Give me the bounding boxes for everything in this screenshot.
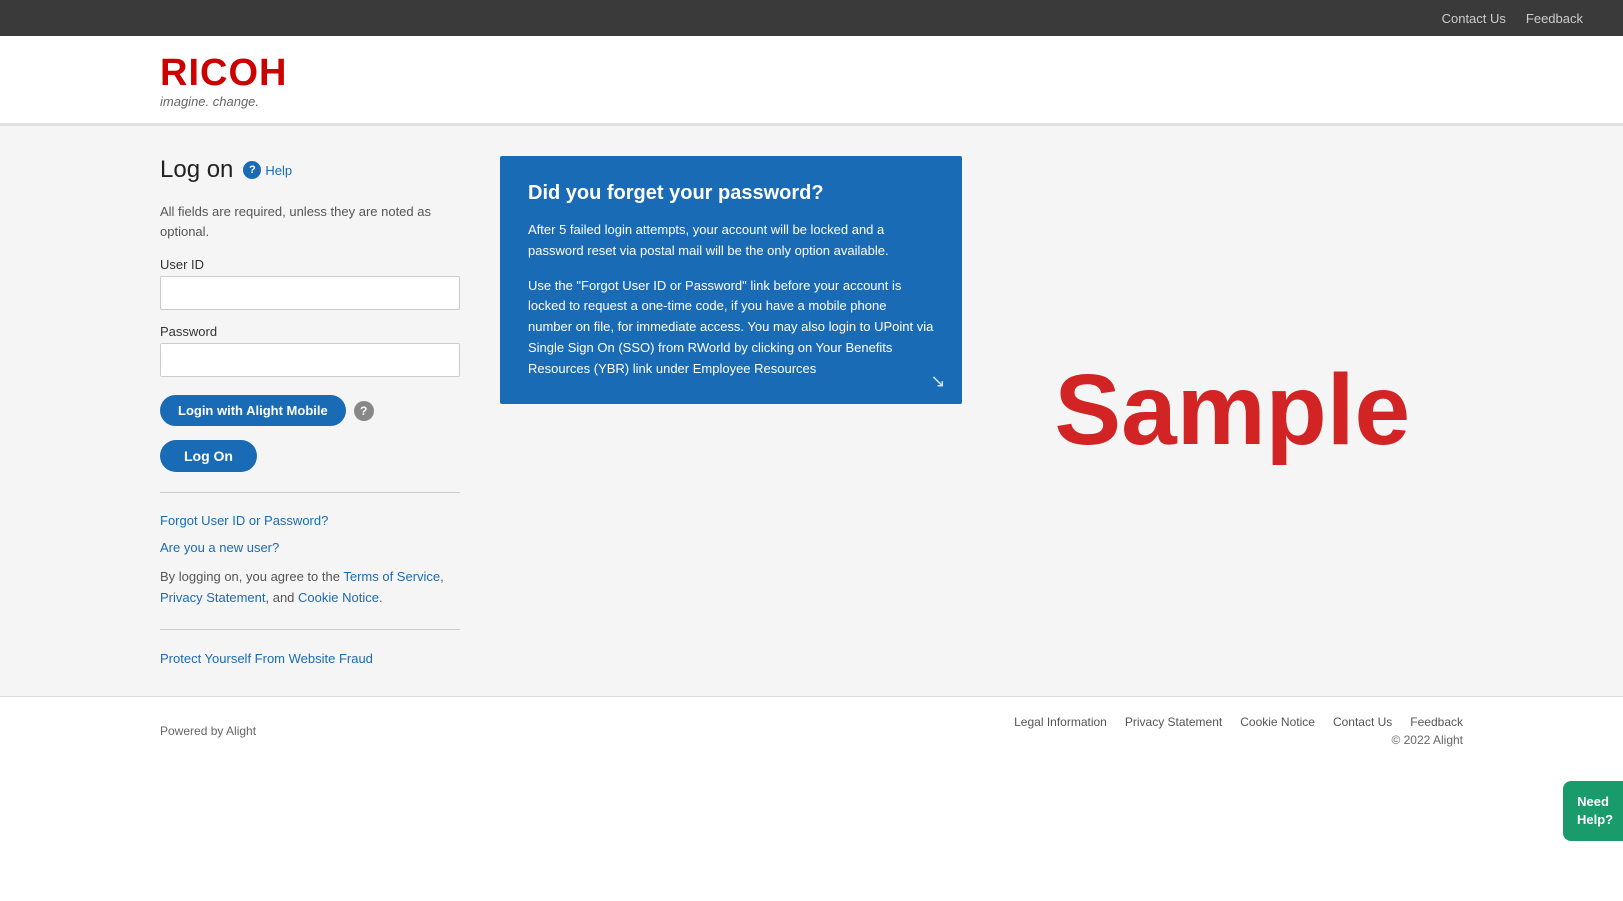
divider-1 xyxy=(160,492,460,493)
logon-title-row: Log on ? Help xyxy=(160,156,460,184)
logon-button[interactable]: Log On xyxy=(160,440,257,472)
privacy-statement-link[interactable]: Privacy Statement xyxy=(160,590,266,605)
terms-text-2: , xyxy=(440,569,444,584)
topbar-feedback[interactable]: Feedback xyxy=(1526,11,1583,26)
ricoh-logo: RICOH xyxy=(160,54,1583,92)
password-input[interactable] xyxy=(160,343,460,377)
info-box: Did you forget your password? After 5 fa… xyxy=(500,156,962,404)
help-link[interactable]: ? Help xyxy=(243,161,292,179)
footer-legal-info[interactable]: Legal Information xyxy=(1014,715,1107,729)
fields-note: All fields are required, unless they are… xyxy=(160,202,460,241)
footer-links: Legal Information Privacy Statement Cook… xyxy=(1014,715,1463,729)
sample-area: Sample xyxy=(1002,156,1464,666)
help-label: Help xyxy=(265,163,292,178)
need-help-button[interactable]: Need Help? xyxy=(1563,781,1623,841)
footer-feedback[interactable]: Feedback xyxy=(1410,715,1463,729)
terms-text-4: . xyxy=(379,590,383,605)
terms-text: By logging on, you agree to the Terms of… xyxy=(160,567,460,609)
terms-text-1: By logging on, you agree to the xyxy=(160,569,343,584)
logo-tagline: imagine. change. xyxy=(160,94,1583,109)
logon-title: Log on xyxy=(160,156,233,184)
user-id-label: User ID xyxy=(160,257,460,272)
alight-mobile-button[interactable]: Login with Alight Mobile xyxy=(160,395,346,426)
copyright: © 2022 Alight xyxy=(1014,733,1463,747)
user-id-group: User ID xyxy=(160,257,460,310)
topbar-contact-us[interactable]: Contact Us xyxy=(1442,11,1506,26)
info-box-paragraph1: After 5 failed login attempts, your acco… xyxy=(528,220,934,262)
top-bar: Contact Us Feedback xyxy=(0,0,1623,36)
forgot-link[interactable]: Forgot User ID or Password? xyxy=(160,513,460,528)
main-content: Log on ? Help All fields are required, u… xyxy=(0,126,1623,696)
password-label: Password xyxy=(160,324,460,339)
sample-watermark: Sample xyxy=(1054,353,1410,468)
login-panel: Log on ? Help All fields are required, u… xyxy=(160,156,460,666)
cookie-notice-link[interactable]: Cookie Notice xyxy=(298,590,379,605)
info-box-title: Did you forget your password? xyxy=(528,180,934,206)
header: RICOH imagine. change. xyxy=(0,36,1623,126)
terms-of-service-link[interactable]: Terms of Service xyxy=(343,569,440,584)
footer-right: Legal Information Privacy Statement Cook… xyxy=(1014,715,1463,747)
expand-arrow-icon[interactable]: ↘ xyxy=(930,371,945,392)
user-id-input[interactable] xyxy=(160,276,460,310)
footer-cookie[interactable]: Cookie Notice xyxy=(1240,715,1315,729)
info-panel: Did you forget your password? After 5 fa… xyxy=(500,156,962,666)
new-user-link[interactable]: Are you a new user? xyxy=(160,540,460,555)
powered-by: Powered by Alight xyxy=(160,724,256,738)
help-icon: ? xyxy=(243,161,261,179)
alight-mobile-row: Login with Alight Mobile ? xyxy=(160,395,460,426)
footer-privacy[interactable]: Privacy Statement xyxy=(1125,715,1222,729)
terms-text-3: , and xyxy=(266,590,299,605)
alight-mobile-help-icon[interactable]: ? xyxy=(354,401,374,421)
protect-fraud-link[interactable]: Protect Yourself From Website Fraud xyxy=(160,651,373,666)
footer: Powered by Alight Legal Information Priv… xyxy=(0,696,1623,765)
footer-contact-us[interactable]: Contact Us xyxy=(1333,715,1392,729)
divider-2 xyxy=(160,629,460,630)
info-box-paragraph2: Use the "Forgot User ID or Password" lin… xyxy=(528,276,934,380)
password-group: Password xyxy=(160,324,460,377)
